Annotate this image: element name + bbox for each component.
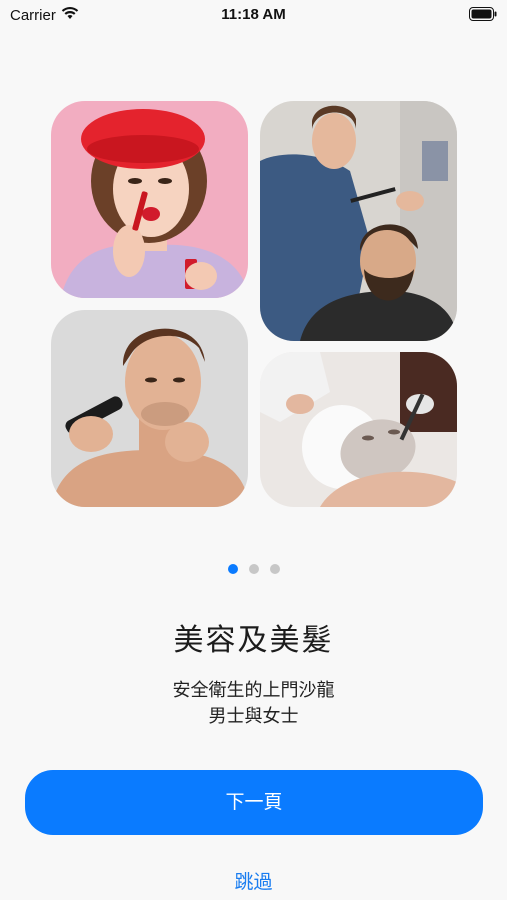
battery-icon [469,7,497,25]
photo-lipstick-woman [51,101,248,298]
subtitle-line-1: 安全衛生的上門沙龍 [172,680,335,701]
page-dot-2[interactable] [248,564,259,574]
page-dot-3[interactable] [269,564,280,574]
photo-facial-treatment [260,352,457,507]
next-page-button[interactable]: 下一頁 [25,770,483,835]
page-indicator[interactable] [0,564,507,574]
subtitle-line-2: 男士與女士 [208,706,299,727]
status-time: 11:18 AM [221,6,286,23]
photo-shaving-man [51,310,248,507]
photo-barber [260,101,457,341]
onboarding-title: 美容及美髮 [173,623,334,658]
onboarding-subtitle: 安全衛生的上門沙龍 男士與女士 [0,678,507,730]
page-dot-1[interactable] [227,564,238,574]
status-bar: Carrier 11:18 AM [0,0,507,30]
skip-link[interactable]: 跳過 [0,867,507,894]
